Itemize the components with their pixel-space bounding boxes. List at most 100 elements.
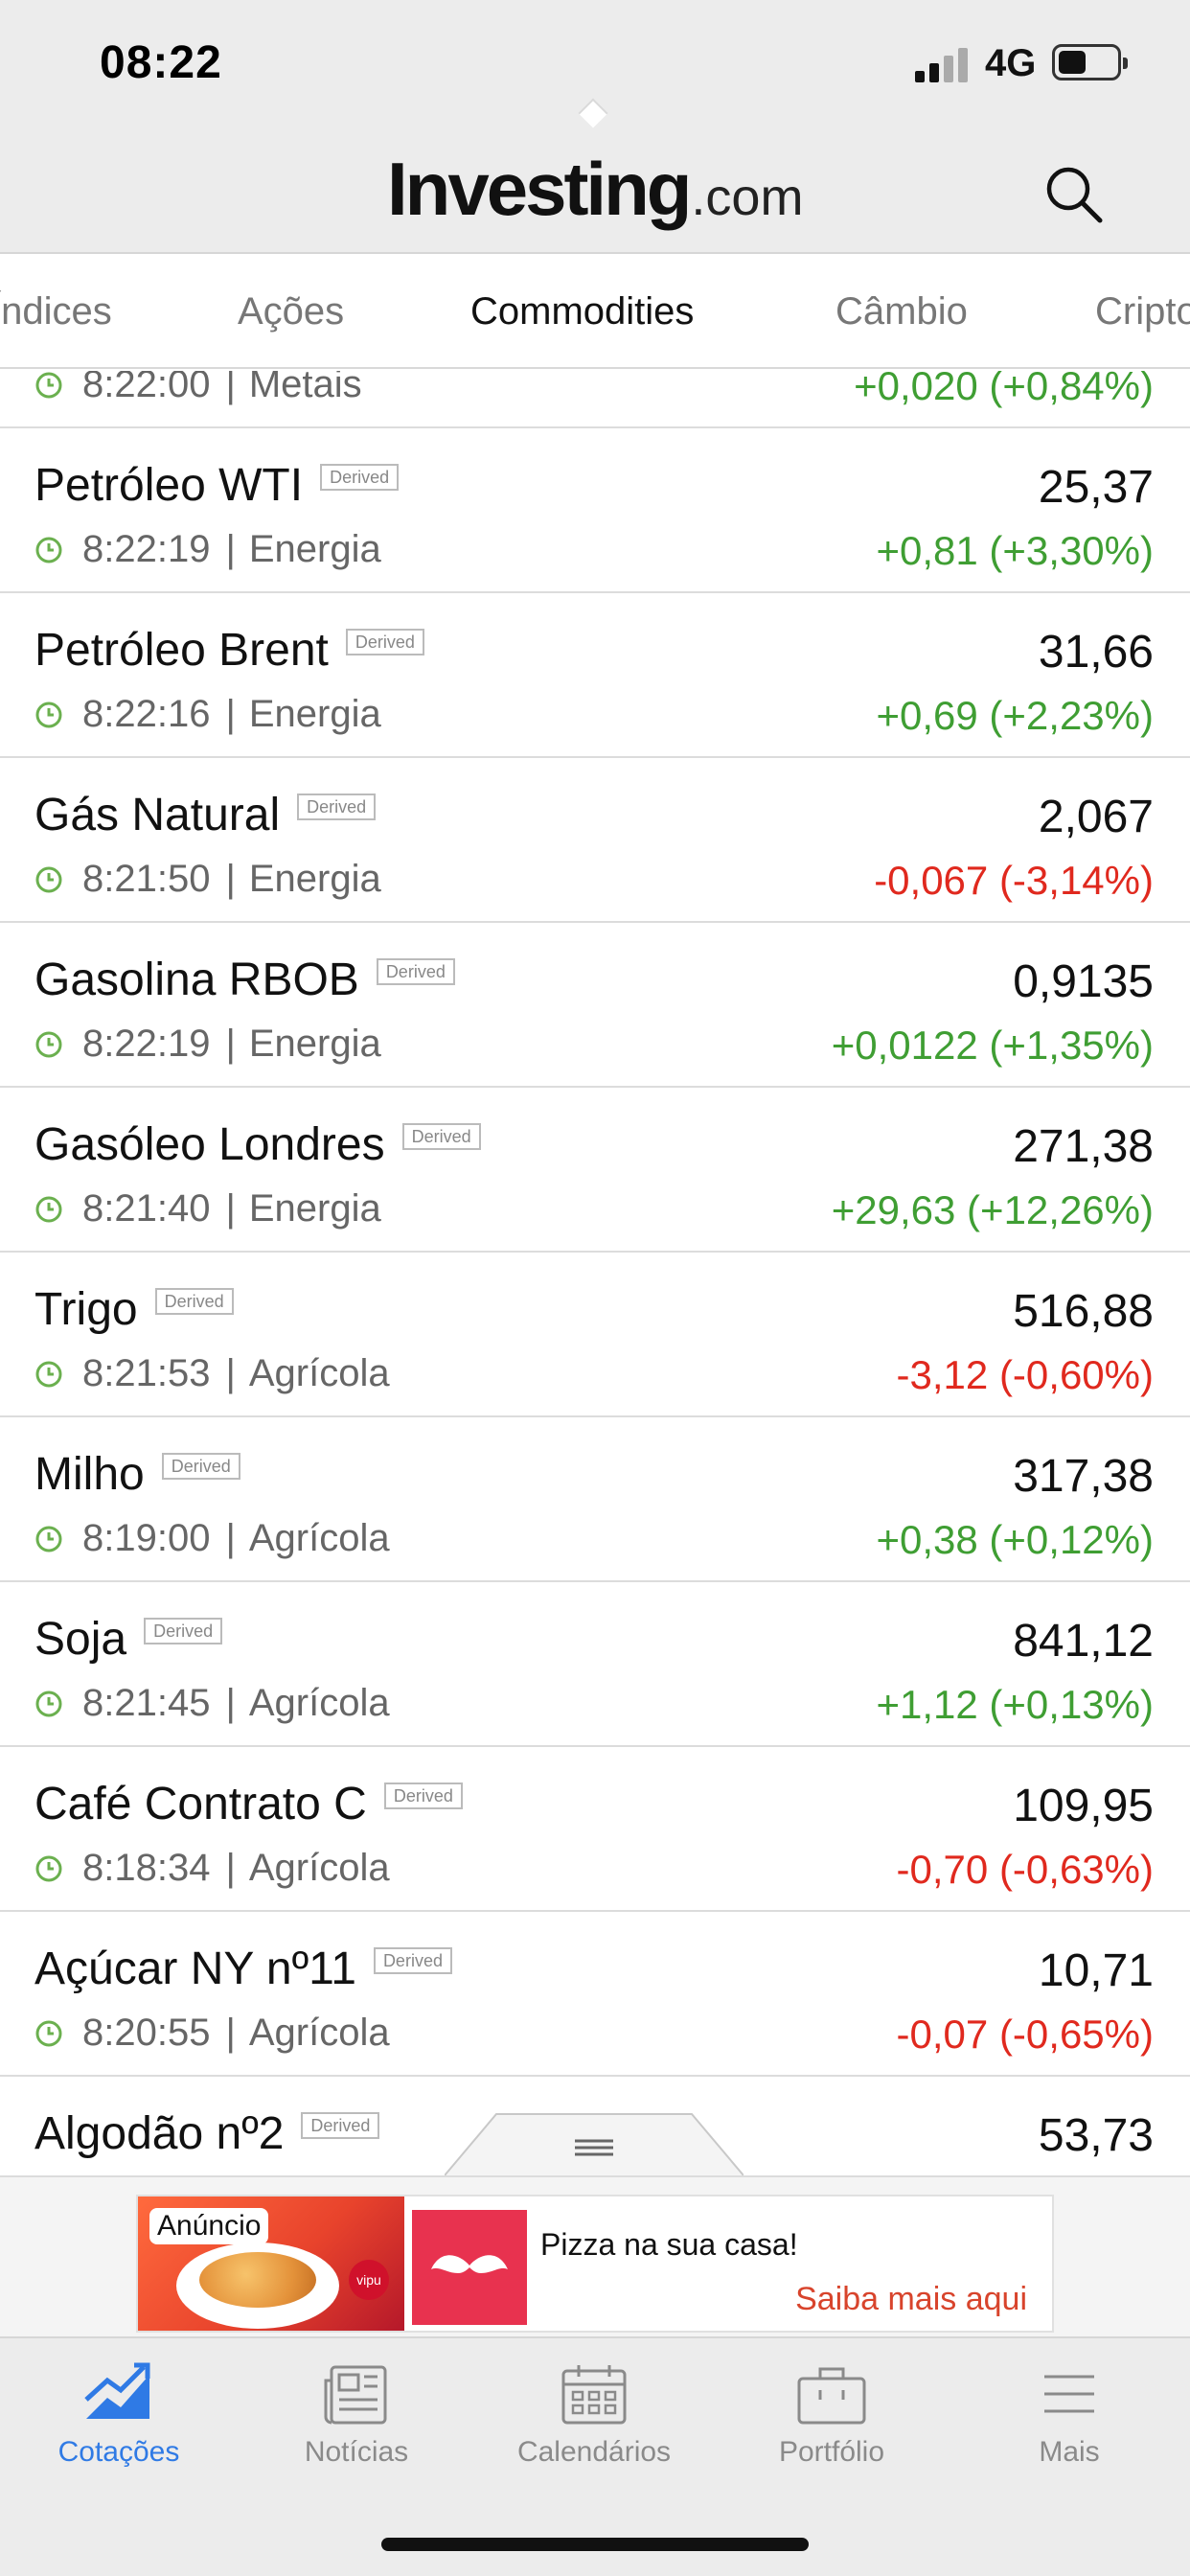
separator: | [225,1847,236,1889]
derived-badge: Derived [376,957,455,985]
commodity-name: Café Contrato C Derived [34,1778,463,1830]
tab-commodities[interactable]: Commodities [470,290,694,334]
tab-cripto[interactable]: Cripto [1095,290,1190,334]
row-category: Agrícola [248,2012,390,2054]
commodity-name: Petróleo WTI Derived [34,459,400,512]
derived-badge: Derived [401,1122,481,1150]
list-item[interactable]: Milho Derived 8:19:00 | Agrícola 317,38 +0,38 … [0,1417,1190,1582]
briefcase-icon [797,2367,866,2425]
row-price: 10,71 [1038,1945,1154,1996]
investing-logo[interactable]: Investing .com [387,146,803,232]
newspaper-icon [324,2365,387,2425]
clock-icon [35,2020,62,2046]
commodities-list: 8:22:00 | Metais +0,020 (+0,84%) Petróleo … [0,371,1190,2174]
nav-label: Cotações [57,2436,180,2468]
list-item[interactable]: Petróleo WTI Derived 8:22:19 | Energia 25,37 +… [0,428,1190,593]
home-indicator [381,2538,809,2551]
list-item[interactable]: Gasóleo Londres Derived 8:21:40 | Energia 271… [0,1088,1190,1253]
row-category: Energia [248,858,381,900]
derived-badge: Derived [144,1617,223,1644]
list-item[interactable]: 8:22:00 | Metais +0,020 (+0,84%) [0,371,1190,428]
nav-label: Notícias [304,2436,409,2468]
ad-banner[interactable]: vipu Anúncio Pizza na sua casa! Saiba ma… [136,2195,1054,2333]
list-item[interactable]: Petróleo Brent Derived 8:22:16 | Energia 31,6… [0,593,1190,758]
separator: | [225,858,236,900]
row-category: Agrícola [248,1352,390,1394]
row-time: 8:22:19 [82,1023,211,1065]
menu-icon [1044,2375,1094,2413]
row-price: 31,66 [1038,627,1154,678]
commodity-name-text: Soja [34,1614,127,1665]
tab-cambio[interactable]: Câmbio [835,290,968,334]
row-category: Agrícola [248,1682,390,1724]
clock-icon [35,1690,62,1716]
row-change: +0,81 (+3,30%) [876,528,1154,573]
row-time: 8:19:00 [82,1517,211,1559]
commodity-name-text: Gasóleo Londres [34,1119,385,1170]
commodity-name-text: Algodão nº2 [34,2108,285,2159]
battery-icon [1052,44,1128,80]
row-meta: 8:21:40 | Energia [34,1187,381,1230]
nav-calendarios[interactable]: Calendários [475,2361,713,2469]
nav-cotacoes[interactable]: Cotações [0,2361,238,2469]
row-change: -0,07 (-0,65%) [896,2012,1154,2057]
list-item[interactable]: Gasolina RBOB Derived 8:22:19 | Energia 0,913… [0,923,1190,1088]
list-item[interactable]: Gás Natural Derived 8:21:50 | Energia 2,067 -0… [0,758,1190,923]
commodity-name-text: Petróleo WTI [34,460,304,511]
row-price: 53,73 [1038,2110,1154,2161]
tab-indices[interactable]: Índices [0,290,112,334]
list-item[interactable]: Café Contrato C Derived 8:18:34 | Agrícola 10… [0,1747,1190,1912]
nav-mais[interactable]: Mais [950,2361,1188,2469]
row-category: Agrícola [248,1517,390,1559]
drawer-handle[interactable] [445,2112,744,2175]
row-category: Energia [248,528,381,570]
ad-cta-link[interactable]: Saiba mais aqui [795,2281,1027,2318]
nav-portfolio[interactable]: Portfólio [713,2361,950,2469]
commodity-name: Petróleo Brent Derived [34,624,424,677]
row-price: 317,38 [1013,1451,1154,1502]
list-item[interactable]: Soja Derived 8:21:45 | Agrícola 841,12 +1,12 (… [0,1582,1190,1747]
cellular-signal-icon [915,48,971,82]
separator: | [225,693,236,735]
row-change: +0,38 (+0,12%) [876,1517,1154,1562]
row-change: -0,067 (-3,14%) [874,858,1154,903]
row-category: Agrícola [248,1847,390,1889]
search-icon[interactable] [1042,163,1106,226]
separator: | [225,1187,236,1230]
row-meta: 8:22:19 | Energia [34,1023,381,1066]
row-change: +0,0122 (+1,35%) [831,1023,1154,1068]
commodity-name: Algodão nº2 Derived [34,2107,380,2160]
commodity-name: Gasóleo Londres Derived [34,1118,481,1171]
derived-badge: Derived [345,628,424,656]
clock-icon [35,702,62,727]
row-price: 841,12 [1013,1616,1154,1667]
clock-icon [35,1196,62,1222]
list-item[interactable]: Trigo Derived 8:21:53 | Agrícola 516,88 -3,12 … [0,1253,1190,1417]
row-category: Energia [248,693,381,735]
tab-acoes[interactable]: Ações [238,290,344,334]
commodity-name-text: Milho [34,1449,145,1500]
row-meta: 8:21:50 | Energia [34,858,381,901]
row-price: 0,9135 [1013,956,1154,1007]
logo-text: Investing [387,147,692,231]
logo-suffix: .com [691,169,804,226]
commodity-name-text: Gás Natural [34,790,281,840]
row-price: 2,067 [1038,792,1154,842]
commodity-name: Açúcar NY nº11 Derived [34,1943,452,1995]
row-change: +0,020 (+0,84%) [854,371,1154,408]
separator: | [225,1682,236,1724]
clock-icon [35,537,62,563]
row-change: +0,69 (+2,23%) [876,693,1154,738]
row-time: 8:21:45 [82,1682,211,1724]
row-time: 8:22:00 [82,371,211,405]
row-time: 8:21:40 [82,1187,211,1230]
nav-noticias[interactable]: Notícias [238,2361,475,2469]
nav-label: Calendários [516,2436,672,2468]
row-category: Energia [248,1023,381,1065]
row-change: +1,12 (+0,13%) [876,1682,1154,1727]
list-item[interactable]: Açúcar NY nº11 Derived 8:20:55 | Agrícola 10,… [0,1912,1190,2077]
derived-badge: Derived [320,463,400,491]
row-time: 8:18:34 [82,1847,211,1889]
nav-label: Portfólio [778,2436,885,2468]
derived-badge: Derived [301,2111,380,2139]
